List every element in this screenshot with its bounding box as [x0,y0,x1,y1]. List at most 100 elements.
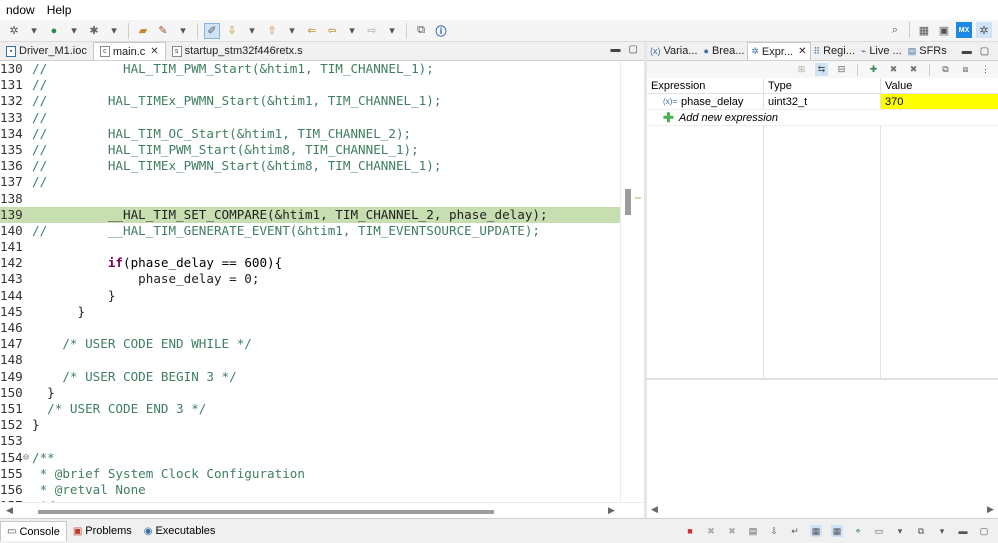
code-line[interactable]: 148 [0,352,620,368]
code-line[interactable]: 131 // [0,77,620,93]
column-header-type[interactable]: Type [764,78,881,93]
perspective-cpp-icon[interactable]: ▦ [916,22,932,38]
dropdown-arrow-icon[interactable]: ▾ [384,23,400,39]
scroll-right-icon[interactable]: ▶ [608,505,615,516]
open-project-icon[interactable]: ▰ [135,23,151,39]
code-line[interactable]: 147 /* USER CODE END WHILE */ [0,336,620,352]
code-line[interactable]: 153 [0,433,620,449]
maximize-icon[interactable]: ▢ [980,46,989,57]
code-line[interactable]: 139 __HAL_TIM_SET_COMPARE(&htim1, TIM_CH… [0,206,620,223]
code-line[interactable]: 137 // [0,174,620,190]
show-logical-structure-icon[interactable]: ⇆ [815,63,828,76]
run-icon[interactable]: ● [46,23,62,39]
tool-icon[interactable]: ✎ [155,23,171,39]
tab-problems[interactable]: ▣ Problems [67,521,138,541]
code-line[interactable]: 152} [0,417,620,433]
column-header-value[interactable]: Value [881,78,998,93]
fold-toggle-icon[interactable]: ⊖ [23,450,29,466]
new-view-icon[interactable]: ⧉ [939,63,952,76]
minimize-icon[interactable]: ▬ [962,46,972,57]
view-menu-icon[interactable]: ⋮ [979,63,992,76]
scroll-right-icon[interactable]: ▶ [987,504,994,515]
perspective-mx-icon[interactable]: MX [956,22,972,38]
code-line[interactable]: 155 * @brief System Clock Configuration [0,466,620,482]
code-line[interactable]: 156 * @retval None [0,482,620,498]
maximize-icon[interactable]: ▢ [629,44,638,55]
remove-all-launches-icon[interactable]: ✖ [726,525,738,537]
tab-live-expressions[interactable]: ⌁ Live ... [858,42,905,60]
code-line[interactable]: 145 } [0,304,620,320]
tab-executables[interactable]: ◉ Executables [138,521,222,541]
menu-item-window[interactable]: ndow [0,3,41,17]
add-expression-icon[interactable]: ✚ [867,63,880,76]
add-expression-row[interactable]: ✚ Add new expression [647,110,998,126]
editor-vertical-scrollbar[interactable] [620,61,644,502]
close-icon[interactable]: ✕ [798,46,806,57]
tab-sfrs[interactable]: ▤ SFRs [905,42,950,60]
editor-horizontal-scrollbar[interactable]: ◀ ▶ [0,502,644,518]
scrollbar-thumb[interactable] [625,189,631,215]
code-line[interactable]: 132 // HAL_TIMEx_PWMN_Start(&htim1, TIM_C… [0,93,620,109]
code-line[interactable]: 151 /* USER CODE END 3 */ [0,401,620,417]
close-icon[interactable]: ✕ [150,46,158,57]
back-icon[interactable]: ⇦ [324,23,340,39]
terminate-icon[interactable]: ■ [684,525,696,537]
settings-gear-icon[interactable]: ✲ [6,23,22,39]
show-on-error-icon[interactable]: ▦ [831,525,843,537]
table-row[interactable]: (x)= phase_delay uint32_t 370 [647,94,998,110]
dropdown-arrow-icon[interactable]: ▾ [175,23,191,39]
menu-item-help[interactable]: Help [41,3,78,17]
next-annotation-icon[interactable]: ⇩ [224,23,240,39]
dropdown-arrow-icon[interactable]: ▾ [894,525,906,537]
search-icon[interactable]: ⌕ [887,22,903,38]
remove-all-icon[interactable]: ✖ [907,63,920,76]
code-line[interactable]: 154 ⊖/** [0,450,620,466]
show-type-names-icon[interactable]: ⊞ [795,63,808,76]
code-line[interactable]: 141 [0,239,620,255]
tab-breakpoints[interactable]: ● Brea... [701,42,748,60]
code-editor[interactable]: 130 // HAL_TIM_PWM_Start(&htim1, TIM_CHAN… [0,61,620,502]
prev-annotation-icon[interactable]: ⇧ [264,23,280,39]
remove-launch-icon[interactable]: ✖ [705,525,717,537]
dropdown-arrow-icon[interactable]: ▾ [26,23,42,39]
dropdown-arrow-icon[interactable]: ▾ [244,23,260,39]
code-line[interactable]: 143 phase_delay = 0; [0,271,620,287]
toggle-mark-icon[interactable]: ✐ [204,22,220,39]
code-line[interactable]: 149 /* USER CODE BEGIN 3 */ [0,369,620,385]
forward-icon[interactable]: ⇨ [364,23,380,39]
expression-cell[interactable]: (x)= phase_delay [647,94,764,109]
open-console-icon[interactable]: ⧉ [915,525,927,537]
dropdown-arrow-icon[interactable]: ▾ [284,23,300,39]
perspective-debug-icon[interactable]: ▣ [936,22,952,38]
tab-driver-ioc[interactable]: ▪ Driver_M1.ioc [0,42,93,60]
tab-expressions[interactable]: ✲ Expr... ✕ [747,42,811,60]
show-on-output-icon[interactable]: ▦ [810,525,822,537]
code-line[interactable]: 138 [0,191,620,207]
dropdown-arrow-icon[interactable]: ▾ [936,525,948,537]
code-line[interactable]: 142 if(phase_delay == 600){ [0,255,620,271]
word-wrap-icon[interactable]: ↵ [789,525,801,537]
collapse-all-icon[interactable]: ⊟ [835,63,848,76]
scroll-lock-icon[interactable]: ⇩ [768,525,780,537]
add-new-expression-cell[interactable]: ✚ Add new expression [647,110,881,125]
code-line[interactable]: 136 // HAL_TIMEx_PWMN_Start(&htim8, TIM_C… [0,158,620,174]
code-line[interactable]: 146 [0,320,620,336]
scrollbar-thumb[interactable] [38,510,494,514]
tab-variables[interactable]: (x) Varia... [647,42,701,60]
code-line[interactable]: 144 } [0,288,620,304]
dropdown-arrow-icon[interactable]: ▾ [344,23,360,39]
open-perspective-icon[interactable]: ⧉ [413,23,429,39]
code-line[interactable]: 130 // HAL_TIM_PWM_Start(&htim1, TIM_CHAN… [0,61,620,77]
info-icon[interactable]: ⓘ [433,23,449,39]
column-header-expression[interactable]: Expression [647,78,764,93]
scroll-left-icon[interactable]: ◀ [651,504,658,515]
code-line[interactable]: 133 // [0,110,620,126]
clear-console-icon[interactable]: ▤ [747,525,759,537]
pin-view-icon[interactable]: ⧈ [959,63,972,76]
tab-main-c[interactable]: c main.c ✕ [92,42,166,60]
dropdown-arrow-icon[interactable]: ▾ [106,23,122,39]
pin-console-icon[interactable]: ⌖ [852,525,864,537]
display-console-icon[interactable]: ▭ [873,525,885,537]
tab-registers[interactable]: ⠿ Regi... [811,42,858,60]
expression-detail-pane[interactable] [647,378,998,502]
